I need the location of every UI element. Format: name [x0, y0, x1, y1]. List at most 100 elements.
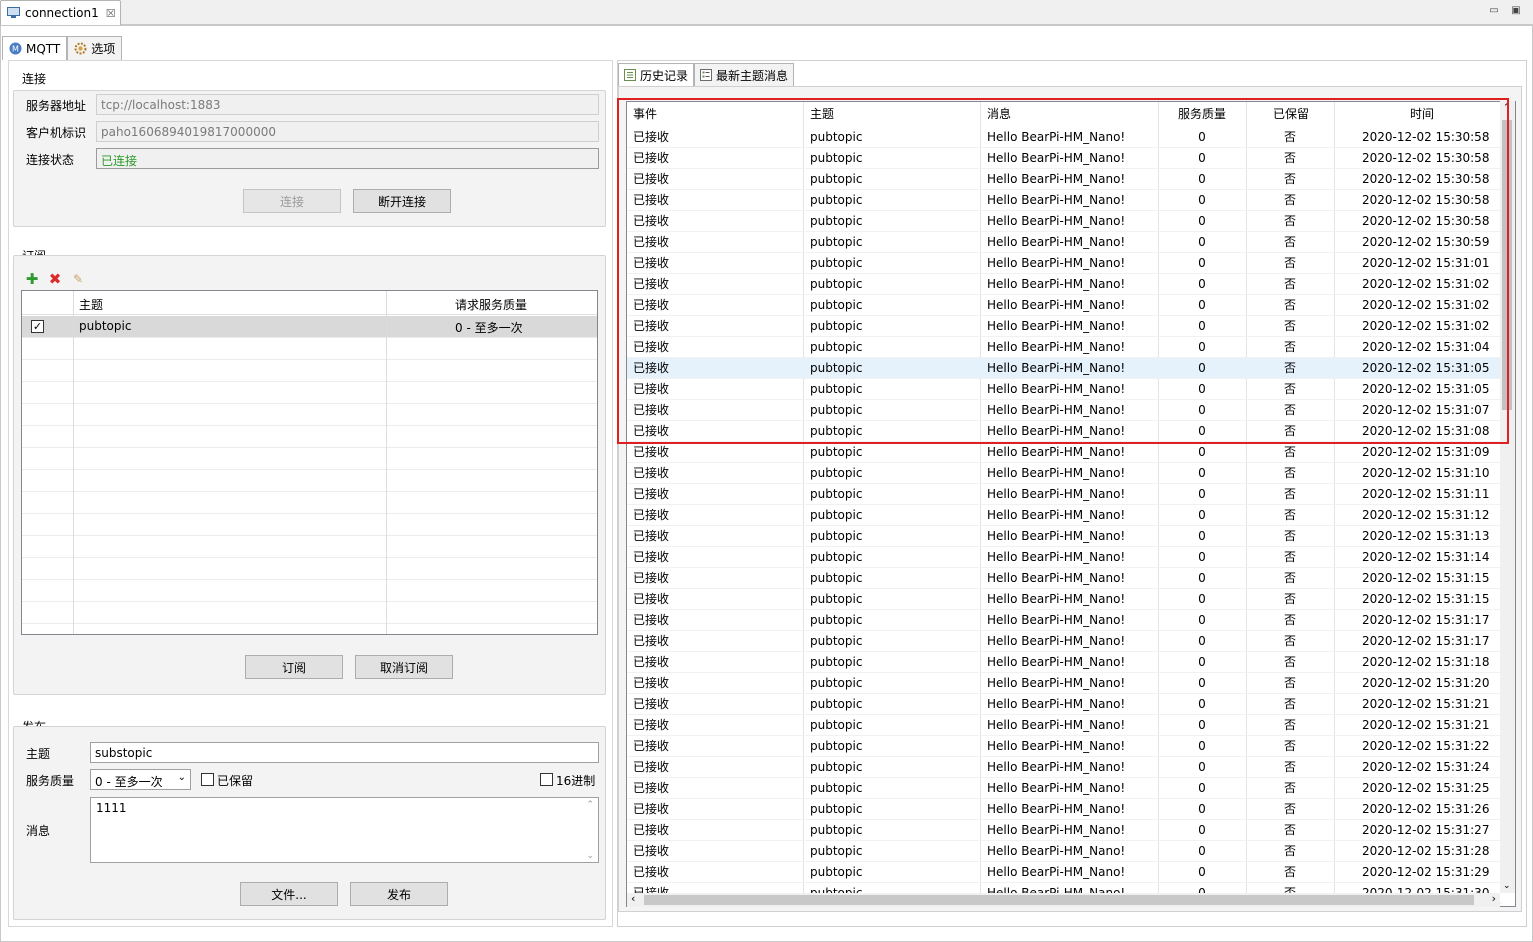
publish-button[interactable]: 发布: [350, 882, 448, 906]
close-icon[interactable]: ☒: [106, 7, 116, 20]
table-row[interactable]: 已接收pubtopicHello BearPi-HM_Nano!0否2020-1…: [627, 778, 1502, 799]
table-row[interactable]: 已接收pubtopicHello BearPi-HM_Nano!0否2020-1…: [627, 589, 1502, 610]
row-retained: 否: [1283, 781, 1296, 795]
col-qos-header[interactable]: 服务质量: [1172, 102, 1226, 126]
row-topic: pubtopic: [810, 424, 863, 438]
row-event: 已接收: [633, 445, 670, 459]
row-message: Hello BearPi-HM_Nano!: [987, 802, 1126, 816]
scroll-down-icon[interactable]: ⌄: [586, 851, 594, 861]
row-time: 2020-12-02 15:30:58: [1362, 172, 1490, 186]
table-row[interactable]: 已接收pubtopicHello BearPi-HM_Nano!0否2020-1…: [627, 127, 1502, 148]
table-row[interactable]: 已接收pubtopicHello BearPi-HM_Nano!0否2020-1…: [627, 652, 1502, 673]
eraser-icon[interactable]: ✎: [71, 272, 85, 286]
table-row[interactable]: 已接收pubtopicHello BearPi-HM_Nano!0否2020-1…: [627, 337, 1502, 358]
table-row[interactable]: 已接收pubtopicHello BearPi-HM_Nano!0否2020-1…: [627, 841, 1502, 862]
connect-button[interactable]: 连接: [243, 189, 341, 213]
row-message: Hello BearPi-HM_Nano!: [987, 823, 1126, 837]
row-time: 2020-12-02 15:31:25: [1362, 781, 1490, 795]
qos-select[interactable]: 0 - 至多一次 ⌄: [90, 769, 191, 790]
message-textarea[interactable]: 1111 ⌃ ⌄: [90, 797, 599, 863]
client-id-field[interactable]: paho1606894019817000000: [96, 121, 599, 142]
table-row[interactable]: 已接收pubtopicHello BearPi-HM_Nano!0否2020-1…: [627, 211, 1502, 232]
table-row[interactable]: 已接收pubtopicHello BearPi-HM_Nano!0否2020-1…: [627, 316, 1502, 337]
subscribe-button[interactable]: 订阅: [245, 655, 343, 679]
table-row[interactable]: 已接收pubtopicHello BearPi-HM_Nano!0否2020-1…: [627, 820, 1502, 841]
table-row[interactable]: 已接收pubtopicHello BearPi-HM_Nano!0否2020-1…: [627, 715, 1502, 736]
scroll-down-icon[interactable]: ⌄: [1503, 881, 1511, 891]
tab-mqtt[interactable]: M MQTT: [2, 36, 68, 60]
col-time-header[interactable]: 时间: [1404, 102, 1434, 126]
scroll-right-icon[interactable]: ›: [1492, 892, 1496, 905]
col-message-header[interactable]: 消息: [981, 102, 1011, 126]
table-row[interactable]: 已接收pubtopicHello BearPi-HM_Nano!0否2020-1…: [627, 736, 1502, 757]
table-row[interactable]: 已接收pubtopicHello BearPi-HM_Nano!0否2020-1…: [627, 673, 1502, 694]
col-qos-header[interactable]: 请求服务质量: [455, 296, 527, 313]
row-time: 2020-12-02 15:31:11: [1362, 487, 1490, 501]
col-event-header[interactable]: 事件: [627, 102, 657, 126]
row-retained: 否: [1283, 361, 1296, 375]
table-row[interactable]: 已接收pubtopicHello BearPi-HM_Nano!0否2020-1…: [627, 505, 1502, 526]
maximize-icon[interactable]: ▣: [1510, 4, 1522, 16]
table-row[interactable]: 已接收pubtopicHello BearPi-HM_Nano!0否2020-1…: [627, 169, 1502, 190]
row-event: 已接收: [633, 802, 670, 816]
disconnect-button[interactable]: 断开连接: [353, 189, 451, 213]
table-row[interactable]: 已接收pubtopicHello BearPi-HM_Nano!0否2020-1…: [627, 379, 1502, 400]
table-row[interactable]: 已接收pubtopicHello BearPi-HM_Nano!0否2020-1…: [627, 799, 1502, 820]
unsubscribe-button[interactable]: 取消订阅: [355, 655, 453, 679]
retain-checkbox[interactable]: [201, 773, 214, 786]
scroll-up-icon[interactable]: ⌃: [586, 800, 594, 810]
table-row[interactable]: 已接收pubtopicHello BearPi-HM_Nano!0否2020-1…: [627, 253, 1502, 274]
row-topic: pubtopic: [810, 571, 863, 585]
table-row[interactable]: 已接收pubtopicHello BearPi-HM_Nano!0否2020-1…: [627, 526, 1502, 547]
row-retained: 否: [1283, 193, 1296, 207]
table-row[interactable]: 已接收pubtopicHello BearPi-HM_Nano!0否2020-1…: [627, 757, 1502, 778]
table-row[interactable]: 已接收pubtopicHello BearPi-HM_Nano!0否2020-1…: [627, 463, 1502, 484]
qos-label: 服务质量: [26, 774, 75, 788]
horizontal-scroll-thumb[interactable]: [644, 895, 1474, 905]
table-row[interactable]: 已接收pubtopicHello BearPi-HM_Nano!0否2020-1…: [627, 631, 1502, 652]
vertical-scroll-thumb[interactable]: [1502, 120, 1512, 410]
row-event: 已接收: [633, 424, 670, 438]
table-row[interactable]: 已接收pubtopicHello BearPi-HM_Nano!0否2020-1…: [627, 484, 1502, 505]
table-row[interactable]: 已接收pubtopicHello BearPi-HM_Nano!0否2020-1…: [627, 148, 1502, 169]
col-retained-header[interactable]: 已保留: [1267, 102, 1309, 126]
table-row[interactable]: 已接收pubtopicHello BearPi-HM_Nano!0否2020-1…: [627, 295, 1502, 316]
publish-topic-input[interactable]: substopic: [90, 742, 599, 763]
row-retained: 否: [1283, 172, 1296, 186]
row-topic: pubtopic: [810, 739, 863, 753]
tab-connection1[interactable]: connection1 ☒: [0, 0, 121, 25]
table-row[interactable]: 已接收pubtopicHello BearPi-HM_Nano!0否2020-1…: [627, 190, 1502, 211]
scroll-up-icon[interactable]: ⌃: [1503, 103, 1511, 113]
col-topic-header[interactable]: 主题: [804, 102, 834, 126]
table-row[interactable]: 已接收pubtopicHello BearPi-HM_Nano!0否2020-1…: [627, 358, 1502, 379]
row-message: Hello BearPi-HM_Nano!: [987, 193, 1126, 207]
table-row[interactable]: 已接收pubtopicHello BearPi-HM_Nano!0否2020-1…: [627, 610, 1502, 631]
hex-checkbox[interactable]: [540, 773, 553, 786]
editor-tabbar: connection1 ☒ ▭ ▣: [0, 0, 1533, 25]
table-row[interactable]: 已接收pubtopicHello BearPi-HM_Nano!0否2020-1…: [627, 400, 1502, 421]
table-row[interactable]: 已接收pubtopicHello BearPi-HM_Nano!0否2020-1…: [627, 274, 1502, 295]
subscription-checkbox[interactable]: ✓: [31, 320, 44, 333]
row-time: 2020-12-02 15:31:08: [1362, 424, 1490, 438]
table-row[interactable]: 已接收pubtopicHello BearPi-HM_Nano!0否2020-1…: [627, 442, 1502, 463]
table-row[interactable]: 已接收pubtopicHello BearPi-HM_Nano!0否2020-1…: [627, 232, 1502, 253]
row-message: Hello BearPi-HM_Nano!: [987, 487, 1126, 501]
table-row[interactable]: ✓ pubtopic 0 - 至多一次: [22, 316, 597, 338]
table-row[interactable]: 已接收pubtopicHello BearPi-HM_Nano!0否2020-1…: [627, 547, 1502, 568]
col-topic-header[interactable]: 主题: [79, 296, 103, 313]
table-row[interactable]: 已接收pubtopicHello BearPi-HM_Nano!0否2020-1…: [627, 568, 1502, 589]
add-icon[interactable]: ✚: [25, 270, 39, 288]
table-row[interactable]: 已接收pubtopicHello BearPi-HM_Nano!0否2020-1…: [627, 862, 1502, 883]
tab-history[interactable]: 历史记录: [618, 63, 695, 86]
row-message: Hello BearPi-HM_Nano!: [987, 676, 1126, 690]
minimize-icon[interactable]: ▭: [1488, 4, 1500, 16]
tab-options[interactable]: 选项: [67, 36, 123, 60]
file-button[interactable]: 文件...: [240, 882, 338, 906]
scroll-left-icon[interactable]: ‹: [631, 892, 635, 905]
server-address-field[interactable]: tcp://localhost:1883: [96, 94, 599, 115]
tab-latest-topic[interactable]: 最新主题消息: [694, 63, 795, 86]
table-row[interactable]: 已接收pubtopicHello BearPi-HM_Nano!0否2020-1…: [627, 694, 1502, 715]
delete-icon[interactable]: ✖: [48, 270, 62, 288]
table-row[interactable]: 已接收pubtopicHello BearPi-HM_Nano!0否2020-1…: [627, 421, 1502, 442]
row-event: 已接收: [633, 235, 670, 249]
